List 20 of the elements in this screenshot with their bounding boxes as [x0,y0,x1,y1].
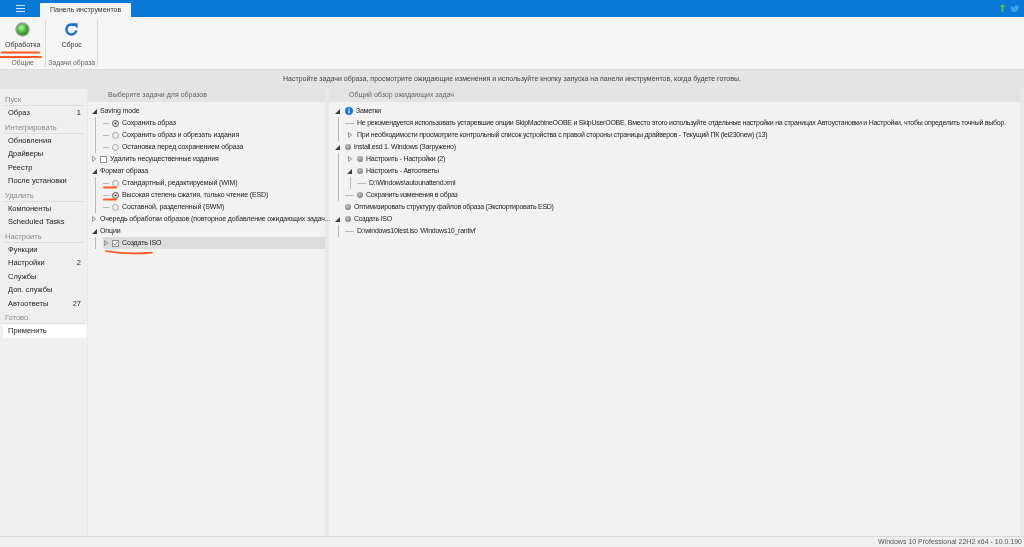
arrow-up-icon[interactable] [1000,4,1005,12]
info-icon [345,107,353,115]
status-dot-icon [345,144,351,150]
expander-icon[interactable] [335,216,340,222]
status-dot-icon [357,168,363,174]
refresh-icon [64,22,80,37]
expander-icon[interactable] [91,228,97,234]
expander-icon[interactable] [347,168,352,174]
expander-icon[interactable] [335,108,340,114]
status-dot-icon [357,192,363,198]
expander-icon[interactable] [91,168,97,174]
expander-icon[interactable] [335,144,340,150]
expander-icon[interactable] [91,108,97,114]
orb-icon [15,22,31,37]
status-dot-icon [357,156,363,162]
checkbox[interactable] [100,155,107,163]
checkbox[interactable] [112,239,119,247]
status-dot-icon [345,216,351,222]
menu-icon[interactable] [16,5,25,12]
status-dot-icon [345,204,351,210]
